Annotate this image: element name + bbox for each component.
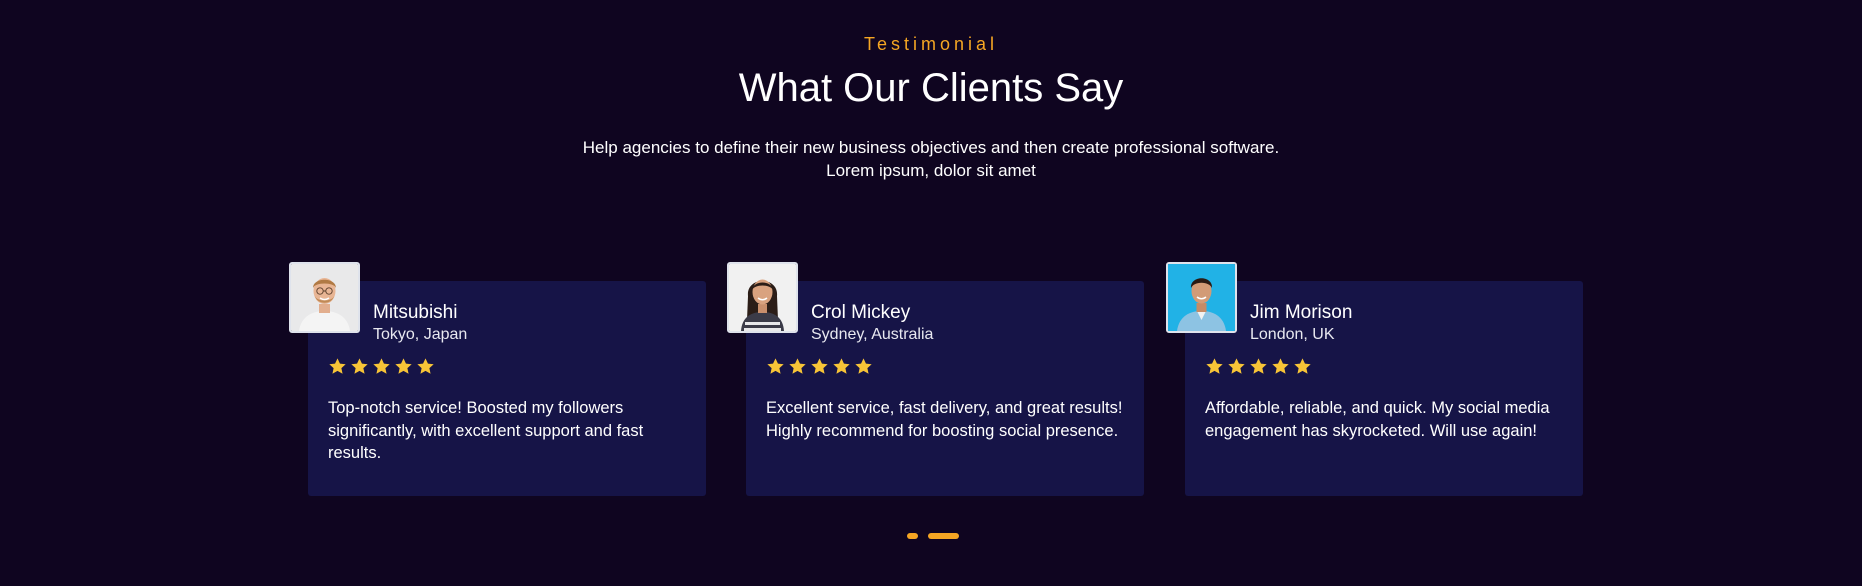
client-name: Jim Morison — [1250, 302, 1353, 323]
testimonial-quote: Top-notch service! Boosted my followers … — [328, 399, 644, 462]
client-location: Sydney, Australia — [811, 326, 934, 343]
avatar — [289, 262, 360, 333]
client-location: Tokyo, Japan — [373, 326, 468, 343]
star-icon — [767, 358, 784, 374]
testimonial-card: Jim Morison London, UK Affordable, relia… — [1166, 262, 1583, 496]
star-icon — [811, 358, 828, 374]
avatar-man-glasses-photo — [291, 264, 358, 331]
section-eyebrow: Testimonial — [863, 34, 999, 54]
star-rating — [1205, 357, 1312, 376]
star-icon — [1294, 358, 1311, 374]
avatar-woman-photo — [729, 264, 796, 331]
pagination-dot-2-active[interactable] — [928, 533, 959, 539]
star-rating — [766, 357, 873, 376]
client-location: London, UK — [1250, 326, 1335, 343]
star-icon — [1206, 358, 1223, 374]
avatar — [1166, 262, 1237, 333]
carousel-pagination — [907, 533, 959, 539]
section-subtitle: Help agencies to define their new busine… — [582, 138, 1280, 180]
star-icon — [1250, 358, 1267, 374]
section-title: What Our Clients Say — [738, 66, 1124, 110]
client-name: Mitsubishi — [373, 302, 458, 323]
testimonial-quote: Affordable, reliable, and quick. My soci… — [1205, 399, 1550, 440]
star-icon — [833, 358, 850, 374]
testimonial-card: Mitsubishi Tokyo, Japan Top-notch servic… — [289, 262, 706, 496]
star-icon — [417, 358, 434, 374]
star-icon — [1228, 358, 1245, 374]
star-icon — [373, 358, 390, 374]
avatar-man-blue-photo — [1168, 264, 1235, 331]
star-icon — [329, 358, 346, 374]
avatar — [727, 262, 798, 333]
pagination-dot-1[interactable] — [907, 533, 918, 539]
star-icon — [789, 358, 806, 374]
star-icon — [395, 358, 412, 374]
star-rating — [328, 357, 435, 376]
testimonial-card: Crol Mickey Sydney, Australia Excellent … — [727, 262, 1144, 496]
testimonial-section: Testimonial What Our Clients Say Help ag… — [0, 0, 1862, 586]
star-icon — [351, 358, 368, 374]
star-icon — [855, 358, 872, 374]
star-icon — [1272, 358, 1289, 374]
client-name: Crol Mickey — [811, 302, 911, 323]
testimonial-quote: Excellent service, fast delivery, and gr… — [766, 399, 1123, 440]
